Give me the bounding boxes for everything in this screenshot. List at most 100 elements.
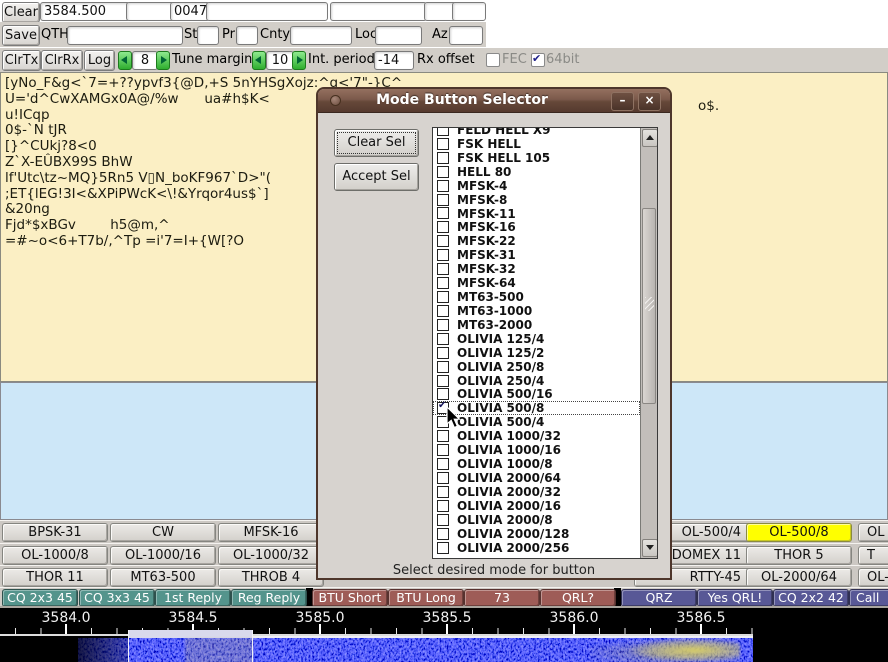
mode-list-scrollbar[interactable]: [640, 128, 657, 558]
tune-margin-decrement-icon[interactable]: [118, 51, 132, 70]
mode-list[interactable]: FELD HELL X9FSK HELLFSK HELL 105HELL 80M…: [432, 127, 658, 559]
macro-button[interactable]: 73: [464, 589, 540, 607]
mode-list-item[interactable]: OLIVIA 500/8: [433, 401, 640, 415]
mode-button[interactable]: OL-2000/64: [746, 568, 852, 587]
log-field[interactable]: 0047: [170, 2, 210, 21]
close-icon[interactable]: ×: [638, 92, 661, 111]
mode-item-checkbox[interactable]: [437, 375, 449, 387]
mode-button[interactable]: OL-1000/32: [218, 546, 324, 565]
macro-button[interactable]: 1st Reply: [155, 589, 231, 607]
mode-list-item[interactable]: OLIVIA 500/4: [433, 415, 640, 429]
mode-list-item[interactable]: MFSK-8: [433, 193, 640, 207]
mode-item-checkbox[interactable]: [437, 458, 449, 470]
mode-list-item[interactable]: OLIVIA 125/2: [433, 346, 640, 360]
mode-item-checkbox[interactable]: [437, 430, 449, 442]
waterfall-panel[interactable]: 3584.03584.53585.03585.53586.03586.5: [0, 606, 888, 662]
clear-sel-button[interactable]: Clear Sel: [334, 129, 419, 157]
accept-sel-button[interactable]: Accept Sel: [334, 163, 419, 191]
cnty-field[interactable]: [290, 26, 352, 45]
tune-margin-value[interactable]: 8: [132, 51, 158, 70]
mode-item-checkbox[interactable]: [437, 500, 449, 512]
mode-list-item[interactable]: FELD HELL X9: [433, 127, 640, 137]
mode-list-item[interactable]: MFSK-64: [433, 276, 640, 290]
mode-item-checkbox[interactable]: [437, 138, 449, 150]
mode-list-item[interactable]: MT63-1000: [433, 304, 640, 318]
log-field[interactable]: [452, 2, 486, 21]
mode-list-item[interactable]: OLIVIA 125/4: [433, 332, 640, 346]
mode-item-checkbox[interactable]: [437, 249, 449, 261]
mode-list-item[interactable]: MFSK-4: [433, 179, 640, 193]
macro-button[interactable]: Call: [849, 589, 888, 607]
mode-item-checkbox[interactable]: [437, 542, 449, 554]
mode-list-item[interactable]: FSK HELL 105: [433, 151, 640, 165]
mode-item-checkbox[interactable]: [437, 486, 449, 498]
macro-button[interactable]: CQ 2x2 42: [773, 589, 849, 607]
mode-item-checkbox[interactable]: [437, 127, 449, 136]
clrrx-button[interactable]: ClrRx: [41, 50, 83, 71]
int-period-increment-icon[interactable]: [292, 51, 306, 70]
mode-list-item[interactable]: OLIVIA 2000/64: [433, 471, 640, 485]
log-button[interactable]: Log: [84, 50, 115, 71]
mode-list-item[interactable]: MFSK-11: [433, 207, 640, 221]
dialog-titlebar[interactable]: Mode Button Selector – ×: [318, 89, 670, 113]
mode-list-item[interactable]: OLIVIA 2000/32: [433, 485, 640, 499]
mode-button[interactable]: OL-2: [858, 568, 888, 587]
mode-list-item[interactable]: OLIVIA 1000/32: [433, 429, 640, 443]
mode-list-item[interactable]: FSK HELL: [433, 137, 640, 151]
mode-list-item[interactable]: OLIVIA 250/4: [433, 374, 640, 388]
mode-item-checkbox[interactable]: [437, 291, 449, 303]
mode-button[interactable]: MT63-500: [110, 568, 216, 587]
mode-list-item[interactable]: HELL 80: [433, 165, 640, 179]
mode-list-item[interactable]: MFSK-31: [433, 248, 640, 262]
minimize-icon[interactable]: –: [611, 92, 634, 111]
mode-button[interactable]: THROB 4: [218, 568, 324, 587]
log-field[interactable]: 3584.500: [40, 2, 130, 21]
mode-button[interactable]: BPSK-31: [2, 523, 108, 542]
macro-button[interactable]: CQ 3x3 45: [79, 589, 155, 607]
qth-field[interactable]: [67, 26, 183, 45]
log-field[interactable]: [126, 2, 175, 21]
mode-item-checkbox[interactable]: [437, 472, 449, 484]
scrollbar-thumb[interactable]: [642, 208, 656, 404]
mode-list-item[interactable]: MT63-500: [433, 290, 640, 304]
mode-list-item[interactable]: MFSK-16: [433, 220, 640, 234]
mode-button[interactable]: THOR 5: [746, 546, 852, 565]
int-period-value[interactable]: 10: [266, 51, 294, 70]
az-field[interactable]: [449, 26, 483, 45]
clrtx-button[interactable]: ClrTx: [2, 50, 41, 71]
macro-button[interactable]: QRZ: [621, 589, 697, 607]
mode-item-checkbox[interactable]: [437, 235, 449, 247]
mode-list-item[interactable]: MFSK-22: [433, 234, 640, 248]
mode-item-checkbox[interactable]: [437, 319, 449, 331]
mode-item-checkbox[interactable]: [437, 347, 449, 359]
mode-button[interactable]: OL-500/8: [746, 523, 852, 542]
mode-list-item[interactable]: OLIVIA 2000/256: [433, 541, 640, 555]
mode-item-checkbox[interactable]: [437, 333, 449, 345]
mode-item-checkbox[interactable]: [437, 180, 449, 192]
mode-item-checkbox[interactable]: [437, 514, 449, 526]
mode-button[interactable]: CW: [110, 523, 216, 542]
mode-button[interactable]: T: [858, 546, 888, 565]
mode-list-item[interactable]: OLIVIA 2000/8: [433, 513, 640, 527]
mode-list-item[interactable]: OLIVIA 1000/8: [433, 457, 640, 471]
macro-button[interactable]: CQ 2x3 45: [2, 589, 78, 607]
mode-item-checkbox[interactable]: [437, 166, 449, 178]
mode-list-item[interactable]: MT63-2000: [433, 318, 640, 332]
mode-list-item[interactable]: OLIVIA 500/16: [433, 388, 640, 402]
mode-button[interactable]: THOR 11: [2, 568, 108, 587]
mode-list-item[interactable]: MFSK-32: [433, 262, 640, 276]
scroll-up-icon[interactable]: [642, 129, 658, 147]
log-field[interactable]: [330, 2, 427, 21]
pr-field[interactable]: [236, 26, 258, 45]
mode-item-checkbox[interactable]: [437, 388, 449, 400]
log-field[interactable]: [206, 2, 328, 21]
mode-button[interactable]: OL: [858, 523, 888, 542]
mode-list-item[interactable]: OLIVIA 250/8: [433, 360, 640, 374]
st-field[interactable]: [197, 26, 219, 45]
mode-item-checkbox[interactable]: [437, 207, 449, 219]
rx-offset-value[interactable]: -14: [374, 51, 414, 70]
mode-item-checkbox[interactable]: [437, 263, 449, 275]
mode-item-checkbox[interactable]: [437, 361, 449, 373]
loc-field[interactable]: [375, 26, 422, 45]
mode-item-checkbox[interactable]: [437, 221, 449, 233]
